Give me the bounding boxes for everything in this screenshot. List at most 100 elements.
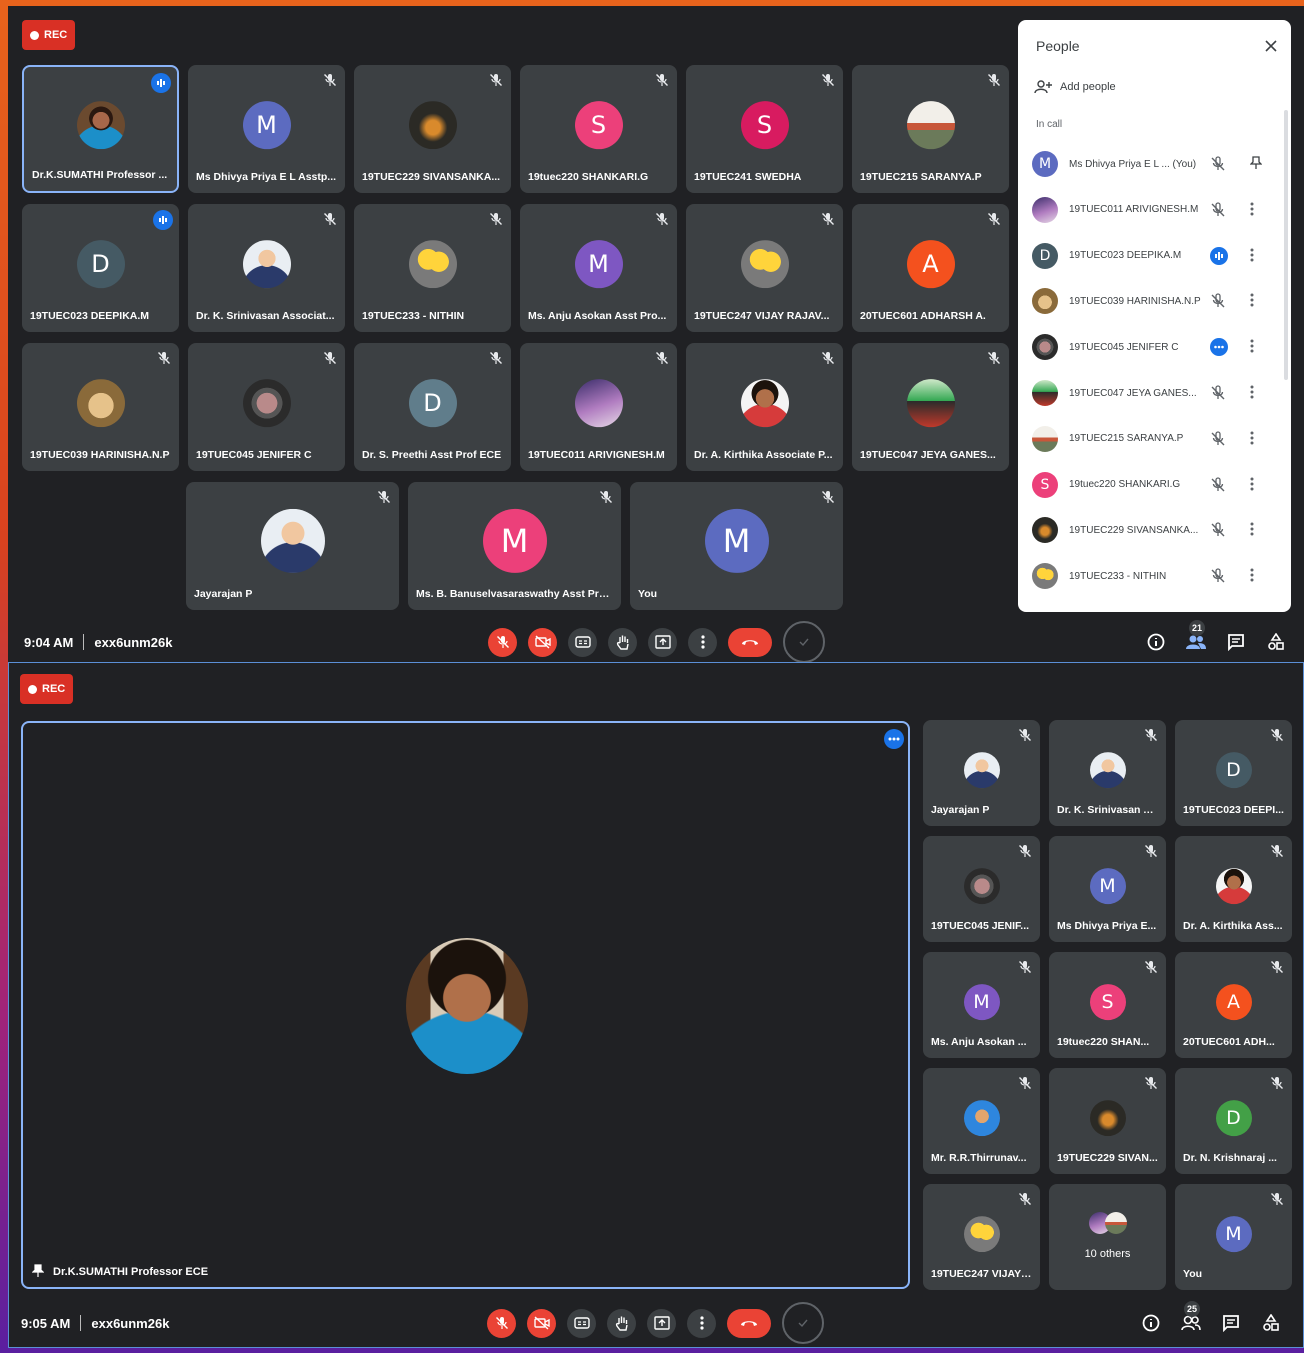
participant-row[interactable]: 19TUEC045 JENIFER C bbox=[1032, 331, 1272, 363]
participant-tile[interactable]: D Dr. S. Preethi Asst Prof ECE bbox=[354, 343, 511, 471]
more-options-icon[interactable] bbox=[1250, 522, 1258, 538]
participant-tile[interactable]: 19TUEC011 ARIVIGNESH.M bbox=[520, 343, 677, 471]
participant-tile[interactable]: M Ms Dhivya Priya E L Asstp... bbox=[188, 65, 345, 193]
participant-tile[interactable]: M You bbox=[1175, 1184, 1292, 1290]
more-options-icon[interactable] bbox=[1250, 248, 1258, 264]
participant-avatar: M bbox=[1215, 1216, 1252, 1253]
participant-avatar bbox=[1032, 563, 1058, 590]
participant-tile[interactable]: D Dr. N. Krishnaraj ... bbox=[1175, 1068, 1292, 1174]
participant-tile[interactable]: Dr. A. Kirthika Associate P... bbox=[686, 343, 843, 471]
more-options-icon[interactable] bbox=[1250, 293, 1258, 309]
participant-tile[interactable]: Jayarajan P bbox=[186, 482, 399, 610]
more-options-button[interactable] bbox=[687, 1308, 716, 1338]
participant-row[interactable]: 19TUEC047 JEYA GANES... bbox=[1032, 377, 1272, 409]
participant-tile[interactable]: D 19TUEC023 DEEPIKA.M bbox=[22, 204, 179, 332]
participant-tile[interactable]: 10 others bbox=[1049, 1184, 1166, 1290]
info-icon[interactable] bbox=[1141, 1313, 1161, 1333]
mic-off-icon bbox=[1210, 293, 1226, 309]
participant-tile[interactable]: 19TUEC045 JENIF... bbox=[923, 836, 1040, 942]
people-panel-title: People bbox=[1036, 38, 1080, 54]
participant-tile[interactable]: S 19tuec220 SHAN... bbox=[1049, 952, 1166, 1058]
raise-hand-button[interactable] bbox=[607, 1308, 636, 1338]
participant-tile[interactable]: S 19tuec220 SHANKARI.G bbox=[520, 65, 677, 193]
mic-off-button[interactable] bbox=[487, 1308, 516, 1338]
meeting-info: 9:04 AM exx6unm26k bbox=[24, 634, 172, 650]
participant-tile[interactable]: Dr. K. Srinivasan Associat... bbox=[188, 204, 345, 332]
check-button[interactable] bbox=[783, 621, 825, 663]
participant-name: 19TUEC215 SARANYA.P bbox=[1069, 433, 1184, 445]
participant-tile[interactable]: 19TUEC233 - NITHIN bbox=[354, 204, 511, 332]
participant-tile[interactable]: 19TUEC229 SIVAN... bbox=[1049, 1068, 1166, 1174]
more-options-icon[interactable] bbox=[1250, 431, 1258, 447]
participant-tile[interactable]: A 20TUEC601 ADH... bbox=[1175, 952, 1292, 1058]
participant-tile[interactable]: 19TUEC229 SIVANSANKA... bbox=[354, 65, 511, 193]
participant-row[interactable]: 19TUEC229 SIVANSANKA... bbox=[1032, 514, 1272, 546]
pin-icon[interactable] bbox=[1249, 156, 1263, 172]
more-options-icon[interactable] bbox=[1250, 339, 1258, 355]
mic-off-icon bbox=[1210, 522, 1226, 538]
more-dots-icon[interactable] bbox=[884, 729, 904, 749]
camera-off-button[interactable] bbox=[527, 1308, 556, 1338]
check-button[interactable] bbox=[782, 1302, 824, 1344]
participant-row[interactable]: D 19TUEC023 DEEPIKA.M bbox=[1032, 240, 1272, 272]
participant-tile[interactable]: Mr. R.R.Thirrunav... bbox=[923, 1068, 1040, 1174]
info-icon[interactable] bbox=[1146, 632, 1166, 652]
spotlight-tile[interactable]: Dr.K.SUMATHI Professor ECE bbox=[21, 721, 910, 1289]
participant-tile[interactable]: Dr.K.SUMATHI Professor ... bbox=[22, 65, 179, 193]
end-call-button[interactable] bbox=[728, 627, 772, 657]
chat-icon[interactable] bbox=[1221, 1313, 1241, 1333]
participant-tile[interactable]: 19TUEC247 VIJAY RAJAV... bbox=[686, 204, 843, 332]
participant-tile[interactable]: D 19TUEC023 DEEPI... bbox=[1175, 720, 1292, 826]
participant-name: 19TUEC241 SWEDHA bbox=[694, 171, 802, 183]
participant-tile[interactable]: M Ms. B. Banuselvasaraswathy Asst Pro... bbox=[408, 482, 621, 610]
add-people-button[interactable]: Add people bbox=[1034, 80, 1116, 94]
participant-row[interactable]: 19TUEC215 SARANYA.P bbox=[1032, 423, 1272, 455]
activities-icon[interactable] bbox=[1266, 632, 1286, 652]
more-options-icon[interactable] bbox=[1250, 202, 1258, 218]
participant-name: Dr. N. Krishnaraj ... bbox=[1183, 1152, 1277, 1164]
mic-off-icon bbox=[489, 351, 503, 365]
captions-button[interactable] bbox=[568, 627, 597, 657]
participant-tile[interactable]: 19TUEC039 HARINISHA.N.P bbox=[22, 343, 179, 471]
participant-row[interactable]: M Ms Dhivya Priya E L ... (You) bbox=[1032, 148, 1272, 180]
participant-tile[interactable]: M Ms. Anju Asokan Asst Pro... bbox=[520, 204, 677, 332]
mic-off-icon bbox=[987, 351, 1001, 365]
activities-icon[interactable] bbox=[1261, 1313, 1281, 1333]
end-call-button[interactable] bbox=[727, 1308, 771, 1338]
participant-tile[interactable]: Dr. K. Srinivasan A... bbox=[1049, 720, 1166, 826]
more-options-icon[interactable] bbox=[1250, 477, 1258, 493]
participant-tile[interactable]: M Ms Dhivya Priya E... bbox=[1049, 836, 1166, 942]
people-icon[interactable]: 25 bbox=[1181, 1301, 1201, 1333]
participant-tile[interactable]: M Ms. Anju Asokan ... bbox=[923, 952, 1040, 1058]
participant-name: 19TUEC039 HARINISHA.N.P bbox=[30, 449, 170, 461]
mic-off-icon bbox=[1210, 156, 1226, 172]
participant-tile[interactable]: 19TUEC047 JEYA GANES... bbox=[852, 343, 1009, 471]
participant-name: Dr. A. Kirthika Associate P... bbox=[694, 449, 833, 461]
more-options-icon[interactable] bbox=[1250, 568, 1258, 584]
camera-off-button[interactable] bbox=[528, 627, 557, 657]
mic-off-button[interactable] bbox=[488, 627, 517, 657]
participant-tile[interactable]: 19TUEC215 SARANYA.P bbox=[852, 65, 1009, 193]
people-icon[interactable]: 21 bbox=[1186, 620, 1206, 652]
participant-tile[interactable]: Dr. A. Kirthika Ass... bbox=[1175, 836, 1292, 942]
participant-row[interactable]: 19TUEC011 ARIVIGNESH.M bbox=[1032, 194, 1272, 226]
participant-tile[interactable]: 19TUEC247 VIJAY ... bbox=[923, 1184, 1040, 1290]
call-controls bbox=[487, 1302, 824, 1344]
present-screen-button[interactable] bbox=[647, 1308, 676, 1338]
participant-tile[interactable]: Jayarajan P bbox=[923, 720, 1040, 826]
participant-row[interactable]: 19TUEC233 - NITHIN bbox=[1032, 560, 1272, 592]
participant-tile[interactable]: S 19TUEC241 SWEDHA bbox=[686, 65, 843, 193]
participant-row[interactable]: 19TUEC039 HARINISHA.N.P bbox=[1032, 285, 1272, 317]
more-options-icon[interactable] bbox=[1250, 385, 1258, 401]
close-icon[interactable] bbox=[1263, 38, 1279, 54]
present-screen-button[interactable] bbox=[648, 627, 677, 657]
participant-tile[interactable]: M You bbox=[630, 482, 843, 610]
participant-tile[interactable]: A 20TUEC601 ADHARSH A. bbox=[852, 204, 1009, 332]
participant-tile[interactable]: 19TUEC045 JENIFER C bbox=[188, 343, 345, 471]
raise-hand-button[interactable] bbox=[608, 627, 637, 657]
participant-row[interactable]: S 19tuec220 SHANKARI.G bbox=[1032, 469, 1272, 501]
captions-button[interactable] bbox=[567, 1308, 596, 1338]
more-options-button[interactable] bbox=[688, 627, 717, 657]
scrollbar[interactable] bbox=[1284, 110, 1288, 380]
chat-icon[interactable] bbox=[1226, 632, 1246, 652]
